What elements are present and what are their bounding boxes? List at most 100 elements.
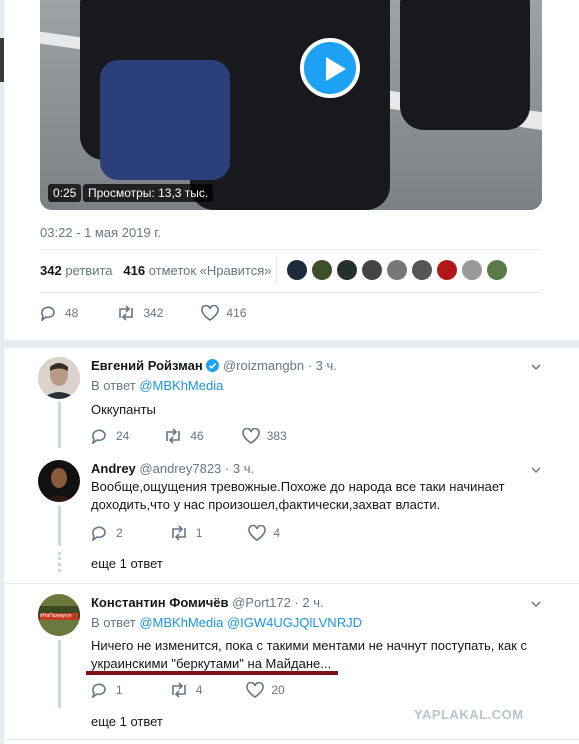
avatar-image bbox=[38, 357, 80, 399]
chevron-down-icon[interactable] bbox=[530, 464, 542, 476]
video-views: Просмотры: 13,3 тыс. bbox=[83, 184, 214, 202]
author-name[interactable]: Евгений Ройзман bbox=[91, 358, 203, 373]
likes-label[interactable]: отметок «Нравится» bbox=[149, 263, 272, 278]
retweet-action[interactable]: 4 bbox=[169, 682, 203, 698]
author-name[interactable]: Andrey bbox=[91, 461, 136, 476]
thread-line bbox=[58, 506, 61, 546]
reply-count: 2 bbox=[116, 526, 123, 540]
liker-avatars[interactable] bbox=[287, 260, 512, 280]
reply-time[interactable]: · 3 ч. bbox=[225, 461, 254, 476]
tweet-timestamp[interactable]: 03:22 - 1 мая 2019 г. bbox=[40, 225, 161, 240]
reply-time[interactable]: · 3 ч. bbox=[308, 358, 337, 373]
retweet-action[interactable]: 342 bbox=[116, 305, 163, 321]
reply-icon bbox=[91, 429, 106, 444]
reply-text-line: Вообще,ощущения тревожные.Похоже до наро… bbox=[91, 479, 505, 494]
retweet-count: 46 bbox=[190, 429, 204, 443]
stats-separator bbox=[276, 256, 277, 284]
in-reply-to: В ответ @MBKhMedia @IGW4UGJQlLVNRJD bbox=[91, 615, 362, 630]
liker-avatar[interactable] bbox=[412, 260, 432, 280]
avatar[interactable] bbox=[38, 460, 80, 502]
like-count: 4 bbox=[273, 526, 281, 540]
retweets-count[interactable]: 342 bbox=[40, 263, 62, 278]
author-handle[interactable]: @roizmangbn bbox=[223, 358, 304, 373]
retweet-icon bbox=[166, 428, 181, 444]
liker-avatar[interactable] bbox=[462, 260, 482, 280]
like-action[interactable]: 383 bbox=[241, 428, 287, 444]
figure bbox=[100, 60, 230, 180]
in-reply-prefix: В ответ bbox=[91, 615, 136, 630]
retweet-action[interactable]: 46 bbox=[163, 428, 204, 444]
retweet-icon bbox=[171, 525, 186, 541]
liker-avatar[interactable] bbox=[437, 260, 457, 280]
reply-action[interactable]: 24 bbox=[91, 428, 129, 444]
avatar-tag: #НаПалмугун bbox=[40, 613, 72, 619]
avatar[interactable] bbox=[38, 357, 80, 399]
author-handle[interactable]: @Port172 bbox=[232, 595, 291, 610]
in-reply-link[interactable]: @MBKhMedia bbox=[139, 378, 223, 393]
author-handle[interactable]: @andrey7823 bbox=[139, 461, 221, 476]
in-reply-link[interactable]: @MBKhMedia @IGW4UGJQlLVNRJD bbox=[139, 615, 362, 630]
verified-badge-icon bbox=[206, 359, 220, 372]
divider bbox=[40, 292, 542, 293]
reply-author: Константин Фомичёв @Port172 · 2 ч. bbox=[91, 595, 324, 610]
like-count: 20 bbox=[271, 683, 285, 697]
like-action[interactable]: 4 bbox=[248, 525, 280, 541]
section-separator bbox=[0, 583, 579, 584]
like-action[interactable]: 20 bbox=[246, 682, 285, 698]
figure bbox=[400, 0, 530, 130]
retweet-count: 342 bbox=[143, 306, 164, 320]
gutter-marker bbox=[0, 38, 4, 82]
reply-action[interactable]: 2 bbox=[91, 525, 123, 541]
retweet-count: 1 bbox=[195, 526, 203, 540]
reply-icon bbox=[91, 526, 106, 541]
chevron-down-icon[interactable] bbox=[530, 598, 542, 610]
reply-icon bbox=[40, 306, 55, 321]
heart-icon bbox=[201, 305, 220, 321]
like-count: 383 bbox=[266, 429, 287, 443]
retweets-label[interactable]: ретвита bbox=[65, 263, 112, 278]
in-reply-prefix: В ответ bbox=[91, 378, 136, 393]
reply-actions: 1 4 20 bbox=[91, 682, 313, 698]
liker-avatar[interactable] bbox=[312, 260, 332, 280]
retweet-action[interactable]: 1 bbox=[169, 525, 203, 541]
liker-avatar[interactable] bbox=[487, 260, 507, 280]
author-name[interactable]: Константин Фомичёв bbox=[91, 595, 228, 610]
chevron-down-icon[interactable] bbox=[530, 361, 542, 373]
liker-avatar[interactable] bbox=[387, 260, 407, 280]
reply-text-line: Ничего не изменится, пока с такими мента… bbox=[91, 638, 528, 653]
reply-count: 1 bbox=[116, 683, 123, 697]
watermark: YAPLAKAL.COM bbox=[414, 707, 524, 722]
heart-icon bbox=[248, 525, 267, 541]
reply-time[interactable]: · 2 ч. bbox=[294, 595, 323, 610]
underline-highlight bbox=[86, 671, 338, 675]
retweet-count: 4 bbox=[195, 683, 203, 697]
reply-count: 48 bbox=[65, 306, 79, 320]
reply-author: Andrey @andrey7823 · 3 ч. bbox=[91, 461, 254, 476]
like-action[interactable]: 416 bbox=[201, 305, 246, 321]
play-button[interactable] bbox=[300, 38, 360, 98]
reply-text-line: доходить,что у нас произошел,фактически,… bbox=[91, 497, 441, 512]
reply-actions: 24 46 383 bbox=[91, 428, 315, 444]
section-separator bbox=[0, 739, 579, 740]
reply-author: Евгений Ройзман @roizmangbn · 3 ч. bbox=[91, 358, 337, 373]
liker-avatar[interactable] bbox=[362, 260, 382, 280]
reply-count: 24 bbox=[116, 429, 130, 443]
likes-count[interactable]: 416 bbox=[123, 263, 145, 278]
heart-icon bbox=[246, 682, 265, 698]
tweet-actions: 48 342 416 bbox=[40, 305, 274, 321]
reply-action[interactable]: 48 bbox=[40, 305, 78, 321]
show-more-replies[interactable]: еще 1 ответ bbox=[91, 714, 163, 729]
liker-avatar[interactable] bbox=[337, 260, 357, 280]
tweet-video[interactable]: 0:25 Просмотры: 13,3 тыс. bbox=[40, 0, 542, 210]
liker-avatar[interactable] bbox=[287, 260, 307, 280]
thread-line bbox=[58, 402, 61, 448]
show-more-replies[interactable]: еще 1 ответ bbox=[91, 556, 163, 571]
tweet-stats: 342 ретвита 416 отметок «Нравится» bbox=[40, 263, 272, 278]
video-duration: 0:25 bbox=[48, 184, 82, 202]
reply-icon bbox=[91, 683, 106, 698]
like-count: 416 bbox=[226, 306, 247, 320]
reply-action[interactable]: 1 bbox=[91, 682, 123, 698]
reply-actions: 2 1 4 bbox=[91, 525, 308, 541]
thread-line bbox=[58, 640, 61, 708]
thread-dots bbox=[58, 552, 61, 572]
